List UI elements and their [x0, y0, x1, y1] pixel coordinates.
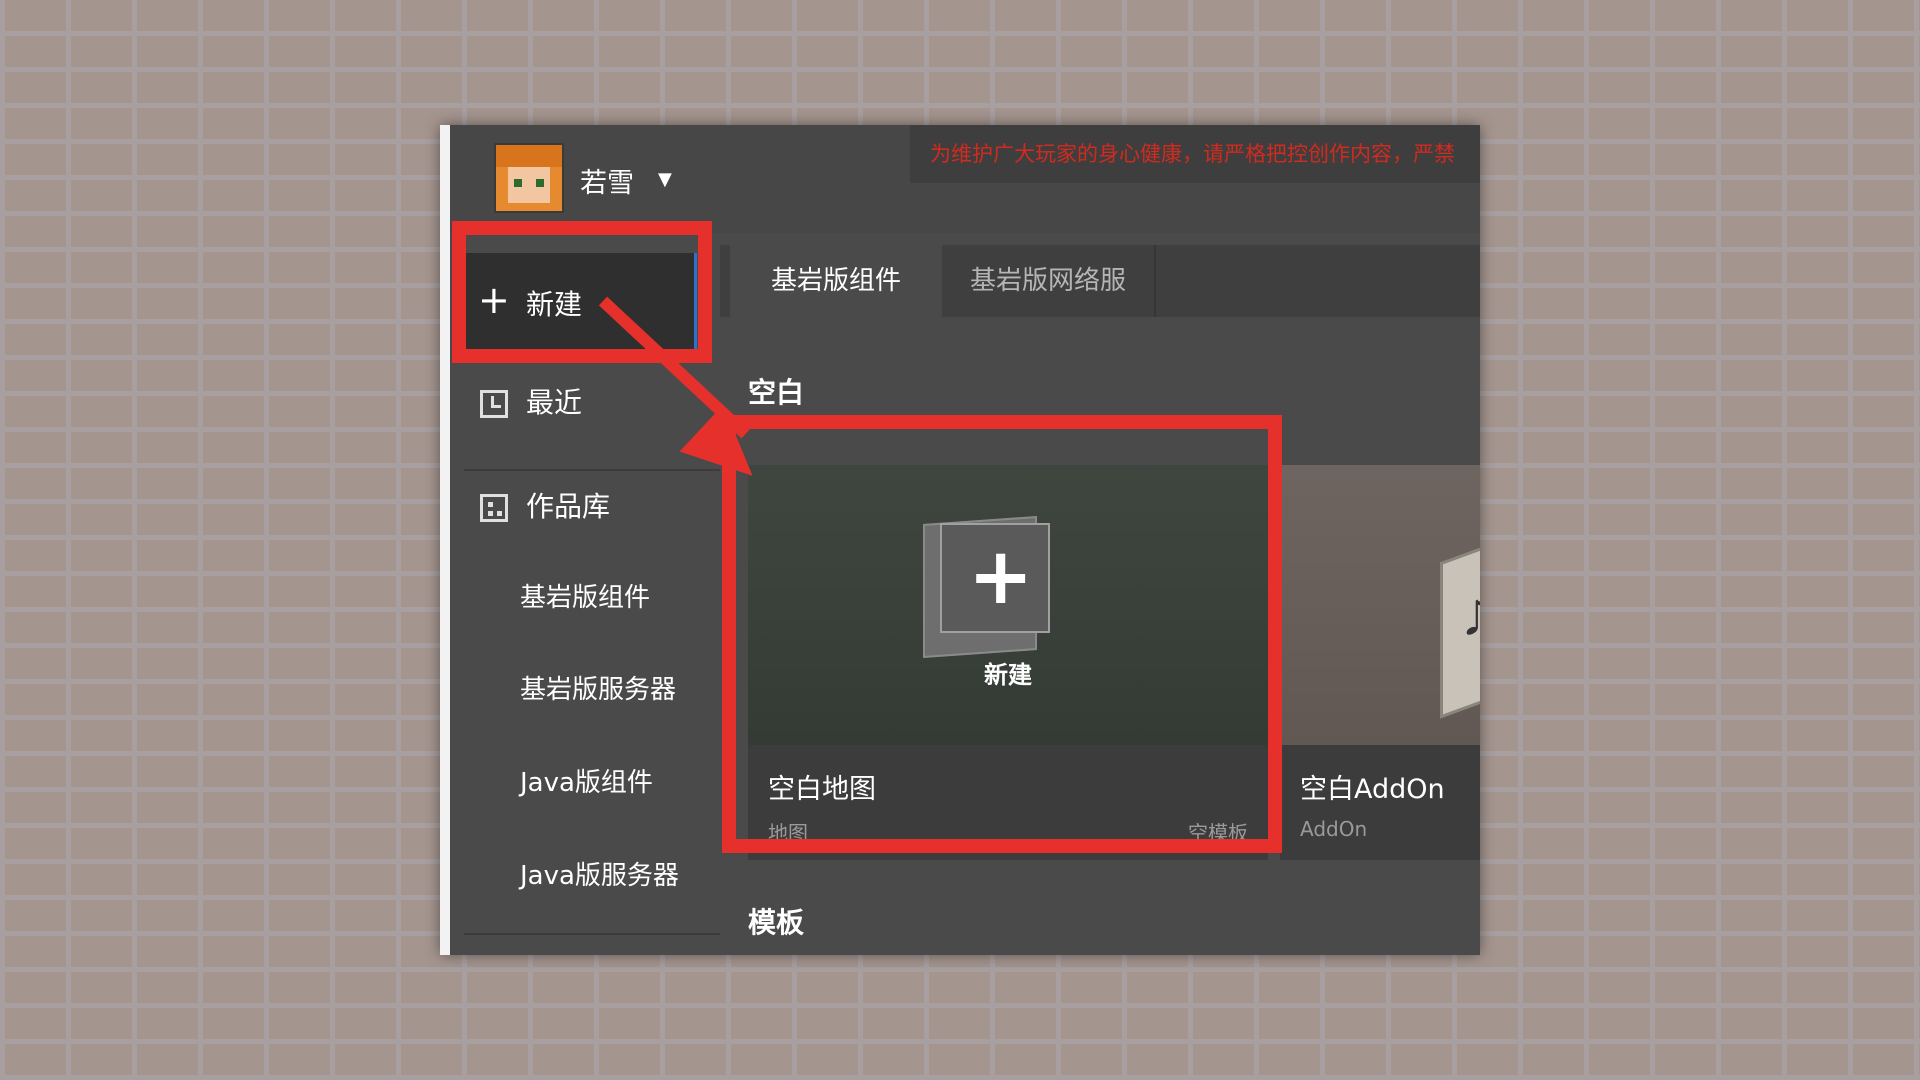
avatar[interactable]	[494, 143, 564, 213]
username-label[interactable]: 若雪	[580, 161, 634, 200]
window-edge	[440, 125, 450, 955]
dropdown-caret-icon[interactable]: ▼	[658, 169, 672, 190]
sidebar-item-library[interactable]: 作品库	[480, 485, 610, 525]
card-title: 空白AddOn	[1300, 774, 1445, 805]
library-icon	[480, 494, 508, 522]
tab-bedrock-components[interactable]: 基岩版组件	[730, 245, 942, 317]
card-thumb-label: 新建	[984, 661, 1032, 689]
editor-window: 若雪 ▼ 为维护广大玩家的身心健康，请严格把控创作内容，严禁 + 新建 最近 作…	[440, 125, 1480, 955]
main-content: 基岩版组件 基岩版网络服 空白 + 新建 空白地图 地图 空模板 ♪ 空白Add…	[720, 233, 1480, 955]
notice-banner: 为维护广大玩家的身心健康，请严格把控创作内容，严禁	[910, 125, 1480, 183]
plus-icon: +	[968, 532, 1034, 622]
plus-icon: +	[478, 278, 510, 322]
sidebar-item-bedrock-servers[interactable]: 基岩版服务器	[520, 669, 676, 706]
note-block-icon: ♪	[1440, 527, 1480, 719]
card-blank-map[interactable]: + 新建 空白地图 地图 空模板	[748, 465, 1268, 860]
tab-bar: 基岩版组件 基岩版网络服	[720, 245, 1480, 317]
sidebar-item-bedrock-components[interactable]: 基岩版组件	[520, 577, 650, 614]
sidebar-divider	[464, 933, 720, 935]
section-title-blank: 空白	[748, 376, 805, 409]
card-blank-addon[interactable]: ♪ 空白AddOn AddOn	[1280, 465, 1480, 860]
card-tag: 空模板	[1188, 821, 1248, 845]
card-title: 空白地图	[768, 774, 876, 805]
card-thumbnail: ♪	[1280, 465, 1480, 745]
sidebar-item-java-servers[interactable]: Java版服务器	[520, 855, 679, 892]
avatar-hair	[496, 145, 562, 167]
sidebar-item-java-components[interactable]: Java版组件	[520, 762, 653, 799]
clock-icon	[480, 390, 508, 418]
top-bar: 若雪 ▼ 为维护广大玩家的身心健康，请严格把控创作内容，严禁	[450, 125, 1480, 233]
tab-bedrock-network[interactable]: 基岩版网络服	[942, 245, 1156, 317]
sidebar-divider	[464, 469, 720, 471]
sidebar-item-label: 最近	[526, 386, 583, 419]
sidebar: + 新建 最近 作品库 基岩版组件 基岩版服务器 Java版组件 Java版服务…	[450, 233, 720, 955]
card-thumbnail: + 新建	[748, 465, 1268, 745]
sidebar-item-label: 作品库	[526, 490, 611, 523]
avatar-eye	[514, 179, 522, 187]
avatar-eye	[536, 179, 544, 187]
sidebar-item-new[interactable]: + 新建	[464, 253, 697, 353]
sidebar-item-label: 新建	[526, 288, 583, 321]
card-type: 地图	[768, 821, 808, 845]
sidebar-item-recent[interactable]: 最近	[480, 381, 582, 421]
section-title-template: 模板	[748, 906, 805, 939]
card-type: AddOn	[1300, 817, 1368, 841]
